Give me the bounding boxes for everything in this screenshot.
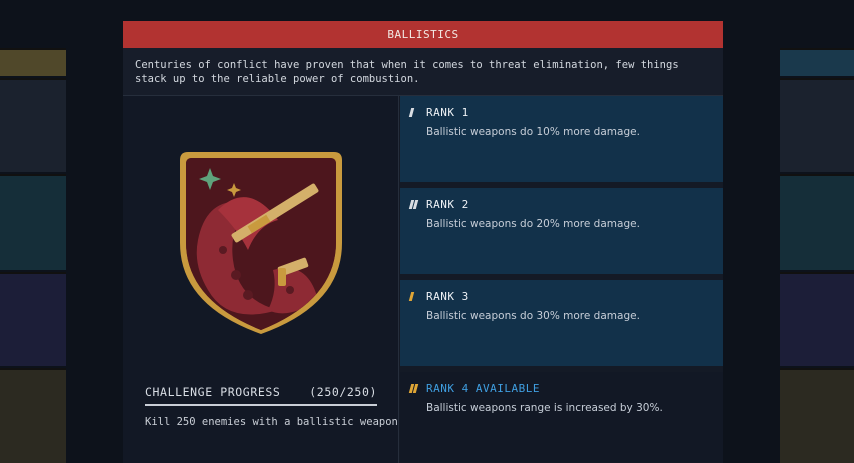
rank-pips-icon bbox=[408, 292, 420, 301]
rank-title: RANK 4 AVAILABLE bbox=[426, 382, 540, 395]
challenge-progress-count: (250/250) bbox=[309, 385, 377, 399]
rank-title: RANK 3 bbox=[426, 290, 469, 303]
rank-pip bbox=[408, 108, 415, 117]
ballistics-badge-icon bbox=[178, 150, 344, 335]
background-left-tiles bbox=[0, 0, 66, 463]
rank-title: RANK 1 bbox=[426, 106, 469, 119]
skill-title: BALLISTICS bbox=[123, 21, 723, 48]
rank-description: Ballistic weapons do 10% more damage. bbox=[426, 126, 640, 138]
background-right-tiles bbox=[780, 0, 854, 463]
challenge-progress-bar bbox=[145, 404, 377, 406]
rank-title: RANK 2 bbox=[426, 198, 469, 211]
challenge-description: Kill 250 enemies with a ballistic weapon bbox=[145, 416, 398, 428]
skill-overview: CHALLENGE PROGRESS (250/250) Kill 250 en… bbox=[123, 96, 399, 463]
rank-4-card[interactable]: RANK 4 AVAILABLE Ballistic weapons range… bbox=[400, 372, 723, 462]
rank-3-card[interactable]: RANK 3 Ballistic weapons do 30% more dam… bbox=[400, 280, 723, 366]
rank-description: Ballistic weapons range is increased by … bbox=[426, 402, 663, 414]
rank-pip bbox=[412, 384, 419, 393]
rank-pip bbox=[408, 292, 415, 301]
rank-list: RANK 1 Ballistic weapons do 10% more dam… bbox=[399, 96, 723, 463]
rank-2-card[interactable]: RANK 2 Ballistic weapons do 20% more dam… bbox=[400, 188, 723, 274]
skill-description: Centuries of conflict have proven that w… bbox=[123, 48, 723, 96]
challenge-progress-label: CHALLENGE PROGRESS bbox=[145, 385, 281, 399]
rank-1-card[interactable]: RANK 1 Ballistic weapons do 10% more dam… bbox=[400, 96, 723, 182]
rank-pips-icon bbox=[408, 384, 420, 393]
skill-panel: BALLISTICS Centuries of conflict have pr… bbox=[123, 21, 723, 463]
rank-pips-icon bbox=[408, 108, 420, 117]
challenge-progress-fill bbox=[145, 404, 377, 406]
rank-description: Ballistic weapons do 20% more damage. bbox=[426, 218, 640, 230]
challenge-progress-header: CHALLENGE PROGRESS (250/250) bbox=[145, 385, 377, 399]
rank-pips-icon bbox=[408, 200, 420, 209]
rank-pip bbox=[412, 200, 419, 209]
rank-description: Ballistic weapons do 30% more damage. bbox=[426, 310, 640, 322]
